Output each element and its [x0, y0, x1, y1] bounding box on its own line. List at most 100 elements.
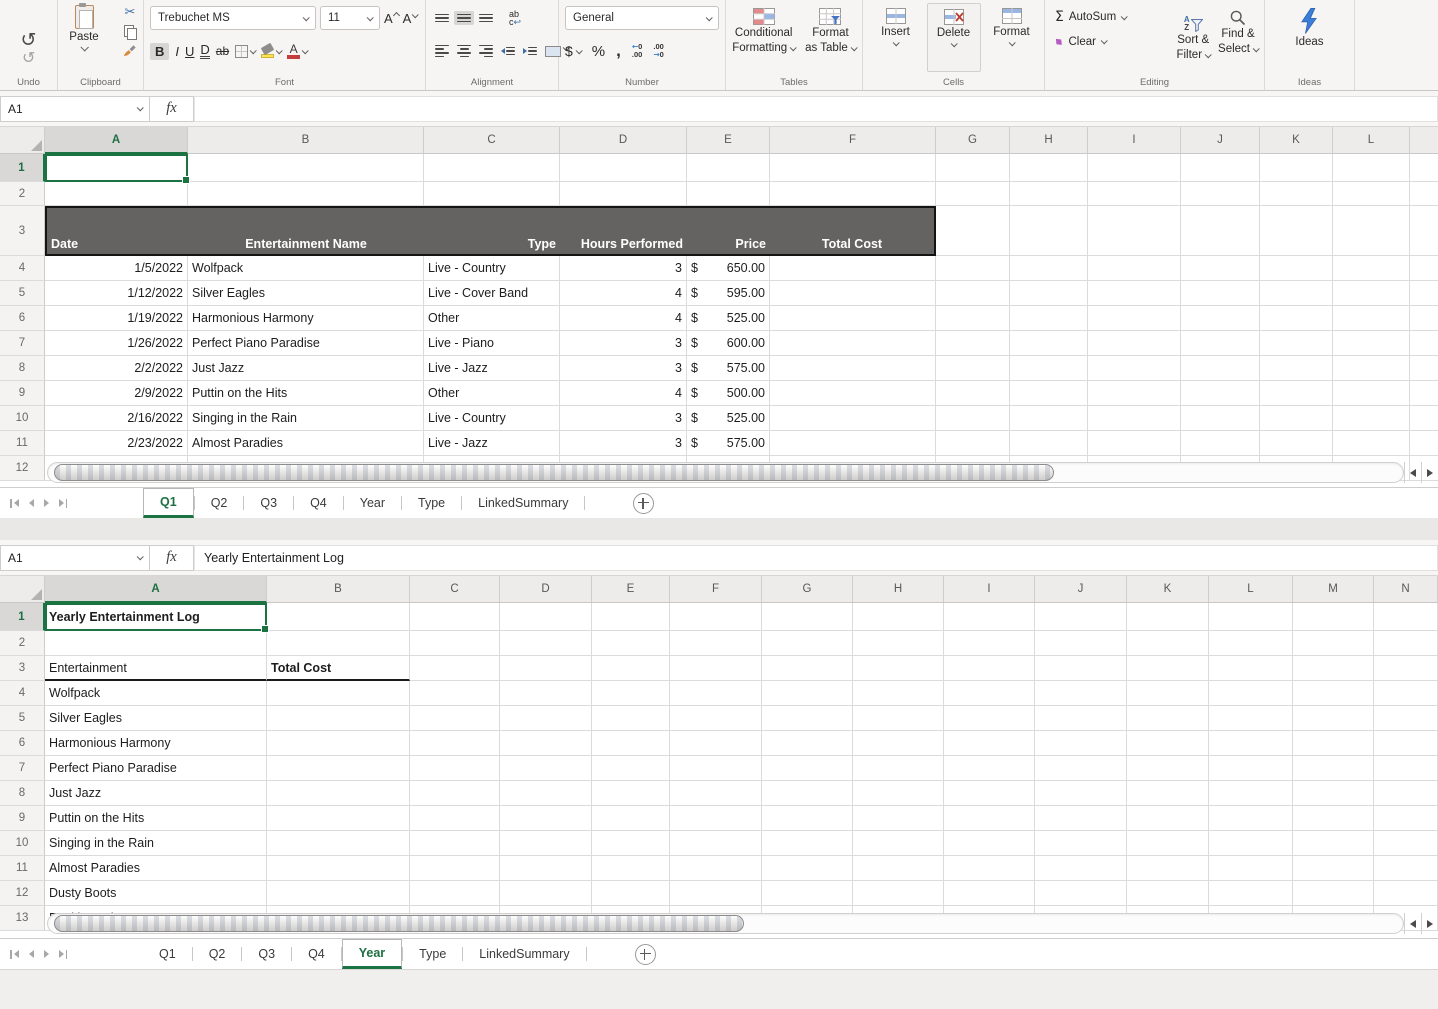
sheet-tab-LinkedSummary[interactable]: LinkedSummary [462, 488, 584, 518]
cell-L1[interactable] [1333, 154, 1410, 182]
cell-L3[interactable] [1333, 206, 1410, 256]
cell-N6[interactable] [1374, 731, 1438, 756]
cell-G11[interactable] [762, 856, 853, 881]
cell-C7[interactable]: Live - Piano [424, 331, 560, 356]
italic-button[interactable]: I [175, 44, 179, 59]
cell-E9[interactable]: $500.00 [687, 381, 770, 406]
cell-N8[interactable] [1374, 781, 1438, 806]
cell-H7[interactable] [853, 756, 944, 781]
cell-F5[interactable] [770, 281, 936, 306]
cell-B8[interactable]: Just Jazz [188, 356, 424, 381]
cell-E6[interactable] [592, 731, 670, 756]
cell-I7[interactable] [944, 756, 1035, 781]
cell-B5[interactable] [267, 706, 410, 731]
cell-F9[interactable] [770, 381, 936, 406]
cell-I8[interactable] [944, 781, 1035, 806]
cell-H10[interactable] [1010, 406, 1088, 431]
scrollbar-thumb-top[interactable] [54, 464, 1054, 481]
cell-L10[interactable] [1209, 831, 1293, 856]
align-left-button[interactable] [432, 42, 452, 60]
cell-M10[interactable] [1293, 831, 1374, 856]
cell-D10[interactable] [500, 831, 592, 856]
format-cells-button[interactable]: Format [985, 3, 1039, 72]
cell-E6[interactable]: $525.00 [687, 306, 770, 331]
row-header-10[interactable]: 10 [0, 831, 45, 856]
cell-K11[interactable] [1127, 856, 1209, 881]
cell-A6[interactable]: Harmonious Harmony [45, 731, 267, 756]
underline-button[interactable]: U [185, 44, 194, 59]
row-header-7[interactable]: 7 [0, 331, 45, 356]
previous-sheet-button[interactable] [28, 499, 34, 507]
sort-filter-button[interactable]: AZ Sort & Filter [1176, 5, 1212, 62]
sheet-tab-Year[interactable]: Year [341, 939, 403, 969]
cell-D12[interactable] [500, 881, 592, 906]
name-box-bottom[interactable]: A1 [0, 544, 150, 571]
cell-F7[interactable] [770, 331, 936, 356]
cell-A8[interactable]: 2/2/2022 [45, 356, 188, 381]
font-size-select[interactable]: 11 [320, 6, 380, 30]
cell-A2[interactable] [45, 631, 267, 656]
cell-L6[interactable] [1209, 731, 1293, 756]
cell-L10[interactable] [1333, 406, 1410, 431]
insert-cells-button[interactable]: Insert [869, 3, 923, 72]
cell-J1[interactable] [1181, 154, 1260, 182]
cell-I10[interactable] [1088, 406, 1181, 431]
cell-C10[interactable]: Live - Country [424, 406, 560, 431]
cell-C4[interactable]: Live - Country [424, 256, 560, 281]
cell-C9[interactable] [410, 806, 500, 831]
increase-decimal-button[interactable]: ←0 .00 [632, 43, 642, 59]
cell-M1[interactable] [1293, 603, 1374, 631]
cell-K3[interactable] [1260, 206, 1333, 256]
column-header-N[interactable]: N [1374, 576, 1438, 603]
cell-L4[interactable] [1209, 681, 1293, 706]
cell-F11[interactable] [670, 856, 762, 881]
cell-H1[interactable] [853, 603, 944, 631]
align-bottom-button[interactable] [476, 11, 496, 26]
cell-K7[interactable] [1127, 756, 1209, 781]
cell-H5[interactable] [1010, 281, 1088, 306]
cell-B4[interactable]: Wolfpack [188, 256, 424, 281]
cell-G5[interactable] [936, 281, 1010, 306]
cell-N7[interactable] [1374, 756, 1438, 781]
select-all-corner[interactable] [0, 576, 45, 603]
row-header-3[interactable]: 3 [0, 656, 45, 681]
row-header-11[interactable]: 11 [0, 431, 45, 456]
cell-G10[interactable] [936, 406, 1010, 431]
cell-B1[interactable] [267, 603, 410, 631]
cell-I9[interactable] [944, 806, 1035, 831]
scrollbar-track-top[interactable] [47, 462, 1404, 483]
cell-D5[interactable]: 4 [560, 281, 687, 306]
cell-B5[interactable]: Silver Eagles [188, 281, 424, 306]
row-header-11[interactable]: 11 [0, 856, 45, 881]
cell-L9[interactable] [1209, 806, 1293, 831]
cell-H11[interactable] [853, 856, 944, 881]
cut-icon[interactable]: ✂ [125, 6, 136, 19]
cell-I3[interactable] [1088, 206, 1181, 256]
cell-J8[interactable] [1181, 356, 1260, 381]
cell-C1[interactable] [410, 603, 500, 631]
cell-E11[interactable] [592, 856, 670, 881]
cell-F10[interactable] [770, 406, 936, 431]
column-header-D[interactable]: D [500, 576, 592, 603]
cell-G12[interactable] [762, 881, 853, 906]
cell-K4[interactable] [1260, 256, 1333, 281]
column-header-A[interactable]: A [45, 127, 188, 154]
cell-C7[interactable] [410, 756, 500, 781]
currency-format-button[interactable]: $ [565, 43, 583, 59]
cell-C9[interactable]: Other [424, 381, 560, 406]
cell-D7[interactable]: 3 [560, 331, 687, 356]
column-header-D[interactable]: D [560, 127, 687, 154]
sheet-tab-LinkedSummary[interactable]: LinkedSummary [463, 939, 585, 969]
cell-D3[interactable]: Hours Performed [560, 206, 687, 256]
cell-B12[interactable] [267, 881, 410, 906]
cell-D2[interactable] [560, 182, 687, 206]
cell-E7[interactable]: $600.00 [687, 331, 770, 356]
add-sheet-button[interactable] [633, 492, 655, 514]
cell-G7[interactable] [762, 756, 853, 781]
cell-J3[interactable] [1181, 206, 1260, 256]
cell-E1[interactable] [592, 603, 670, 631]
row-header-8[interactable]: 8 [0, 356, 45, 381]
cell-H3[interactable] [853, 656, 944, 681]
cell-K4[interactable] [1127, 681, 1209, 706]
cell-I8[interactable] [1088, 356, 1181, 381]
